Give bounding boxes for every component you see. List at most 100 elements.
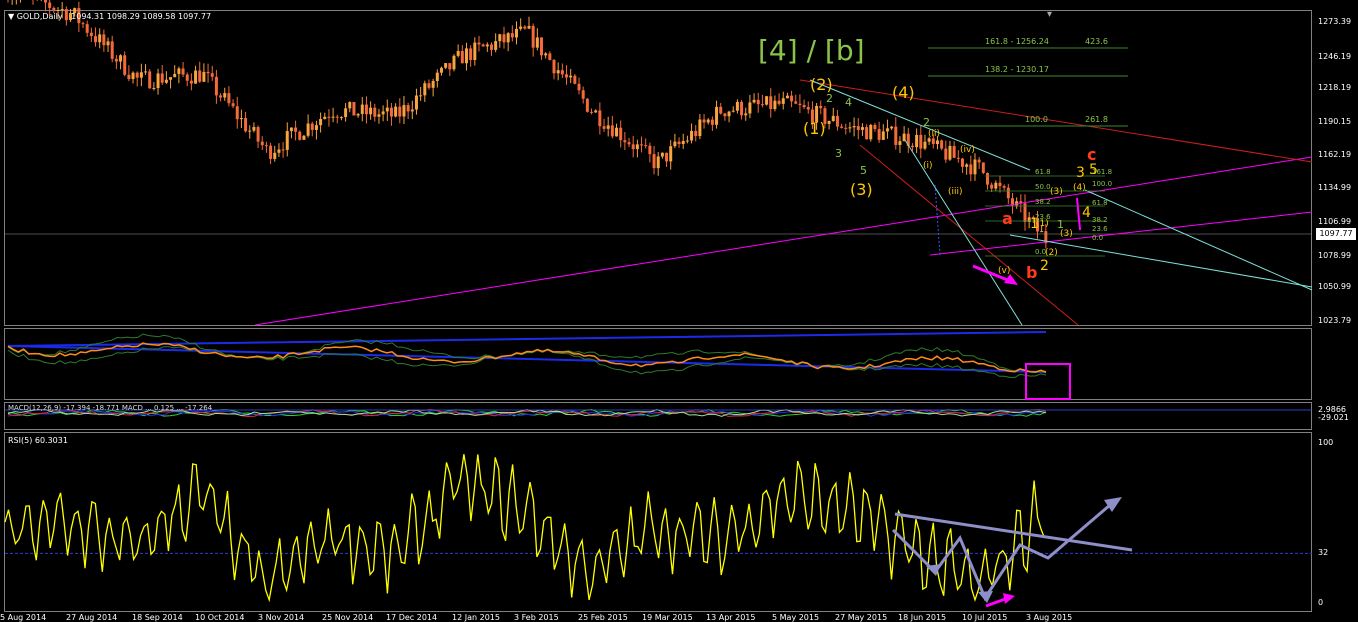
candle-body: [910, 145, 914, 148]
candle-body: [439, 67, 443, 73]
candle-body: [177, 68, 181, 74]
candle-body: [523, 26, 527, 29]
wave-label-sub: (i): [923, 161, 933, 171]
wave-label-sub: (iii): [948, 187, 963, 197]
candle-body: [139, 72, 143, 78]
price-tick-label: 1134.99: [1318, 183, 1352, 192]
candle-body: [735, 101, 739, 111]
candle-body: [727, 111, 731, 117]
candle-body: [331, 116, 335, 118]
time-tick-label: 3 Feb 2015: [514, 613, 559, 622]
cyan-line-4: [1084, 189, 1313, 291]
candle-body: [435, 72, 439, 82]
wave-degree-title: [4] / [b]: [758, 34, 865, 67]
price-scale[interactable]: 1273.39 1246.19 1218.19 1190.15 1162.19 1134.…: [1314, 0, 1358, 330]
price-tick-label: 1273.39: [1318, 17, 1352, 26]
fib-level-right-label: 261.8: [1085, 115, 1108, 124]
wave-label-minor: 4: [845, 96, 852, 109]
candle-body: [894, 126, 898, 145]
price-tick-label: 1218.19: [1318, 83, 1352, 92]
candle-body: [715, 106, 719, 125]
candle-body: [44, 0, 48, 3]
rsi-label: RSI(5) 60.3031: [8, 436, 68, 445]
candle-body: [552, 59, 556, 74]
candle-body: [802, 104, 806, 108]
candle-body: [694, 130, 698, 137]
candle-body: [477, 42, 481, 45]
candle-body: [514, 28, 518, 38]
candle-body: [1040, 231, 1044, 233]
candle-body: [339, 117, 343, 119]
time-tick-label: 3 Nov 2014: [258, 613, 305, 622]
fib-lower-label: 61.8: [1035, 168, 1051, 176]
candle-body: [915, 134, 919, 148]
candle-body: [269, 145, 273, 159]
candle-body: [635, 144, 639, 150]
candle-body: [414, 95, 418, 110]
wave-label-minor: 5: [860, 164, 867, 177]
candle-body: [660, 152, 664, 157]
macd-scale: 2.9866 -29.021: [1314, 402, 1358, 432]
rsi-arrowhead-2: [978, 591, 993, 603]
candle-body: [973, 159, 977, 175]
candle-body: [623, 140, 627, 143]
time-tick-label: 18 Jun 2015: [898, 613, 947, 622]
candle-body: [760, 104, 764, 106]
wave-label-right: 1: [1030, 216, 1039, 232]
time-tick-label: 3 Aug 2015: [1026, 613, 1073, 622]
candle-body: [148, 71, 152, 89]
candle-body: [119, 55, 123, 62]
candle-body: [106, 41, 110, 46]
candle-body: [210, 73, 214, 77]
candle-body: [848, 127, 852, 129]
candle-body: [756, 99, 760, 105]
candle-body: [248, 130, 252, 132]
candle-body: [389, 107, 393, 117]
candle-body: [189, 80, 193, 84]
candle-body: [781, 98, 785, 104]
candle-body: [590, 111, 594, 113]
time-axis[interactable]: 5 Aug 2014 27 Aug 2014 18 Sep 2014 10 Oct 2…: [0, 612, 1358, 622]
wave-label-right: 5: [1089, 162, 1098, 178]
candle-body: [502, 34, 506, 43]
candle-body: [423, 83, 427, 96]
wave-label-sub: (v): [998, 266, 1010, 276]
candle-body: [544, 53, 548, 56]
candle-body: [419, 95, 423, 97]
price-tick-label: 1106.99: [1318, 217, 1352, 226]
candle-body: [527, 25, 531, 29]
candle-body: [519, 26, 523, 29]
candle-body: [144, 71, 148, 73]
candle-body: [98, 34, 102, 43]
candle-body: [885, 128, 889, 132]
wave-label-sub: (3): [1050, 187, 1063, 197]
candle-body: [740, 101, 744, 116]
candle-body: [206, 71, 210, 74]
candle-body: [956, 157, 960, 159]
candle-body: [85, 24, 89, 33]
candle-body: [702, 119, 706, 123]
highlight-box: [1025, 363, 1071, 400]
fib-lower-right-label: 38.2: [1092, 216, 1108, 224]
candle-body: [498, 34, 502, 42]
candle-body: [835, 115, 839, 127]
wave-label-sub: (4): [1073, 183, 1086, 193]
candle-body: [673, 141, 677, 147]
candle-body: [581, 90, 585, 99]
fib-lower-right-label: 0.0: [1092, 234, 1103, 242]
candle-body: [577, 83, 581, 91]
candle-body: [52, 7, 56, 11]
wave-label-sub: (ii): [928, 129, 940, 139]
wave-label-abc: b: [1026, 263, 1037, 282]
candle-body: [744, 113, 748, 116]
candle-body: [285, 131, 289, 150]
fib-lower-right-label: 61.8: [1092, 199, 1108, 207]
collapse-arrow-icon[interactable]: ▼: [8, 12, 14, 21]
candle-body: [985, 172, 989, 185]
price-tick-label: 1078.99: [1318, 251, 1352, 260]
candle-body: [194, 70, 198, 84]
candle-body: [698, 119, 702, 137]
candle-body: [556, 70, 560, 74]
candle-body: [631, 144, 635, 150]
price-tick-label: 1190.15: [1318, 117, 1352, 126]
